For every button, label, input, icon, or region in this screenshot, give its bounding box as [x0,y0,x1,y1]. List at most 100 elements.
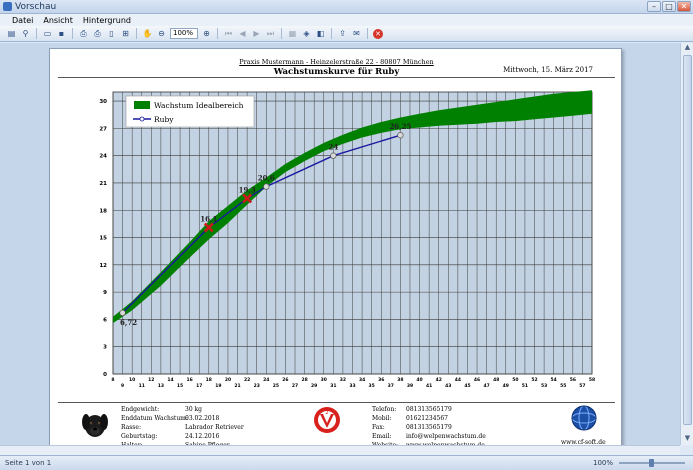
x-tick-label: 56 [570,377,576,383]
x-tick-label: 21 [234,383,240,389]
x-tick-label: 18 [206,377,212,383]
status-zoom: 100% [592,459,613,467]
report-page: Praxis Mustermann - Heinzelerstraße 22 -… [49,48,622,446]
data-point [263,183,270,190]
x-tick-label: 16 [187,377,193,383]
save-icon[interactable]: ▪ [56,28,67,39]
data-label: 26,25 [389,122,411,131]
legend-band-swatch [134,101,150,109]
x-tick-label: 49 [503,383,509,389]
x-tick-label: 10 [129,377,135,383]
maximize-button[interactable]: □ [662,1,676,12]
close-button[interactable]: ✕ [677,1,691,12]
y-tick-label: 27 [99,126,107,132]
footer-value: info@welpenwachstum.de [406,433,486,440]
send-icon[interactable]: ✉ [351,28,362,39]
x-tick-label: 47 [483,383,489,389]
zoom-slider-knob[interactable] [649,459,654,467]
minimize-button[interactable]: – [647,1,661,12]
x-tick-label: 37 [388,383,394,389]
scroll-up-icon[interactable]: ▲ [681,43,693,54]
x-tick-label: 33 [349,383,355,389]
zoom-select[interactable]: 100% [170,28,198,39]
color-icon[interactable]: ◈ [301,28,312,39]
watermark-icon[interactable]: ◧ [315,28,326,39]
data-point [119,309,126,317]
x-tick-label: 19 [215,383,221,389]
title-bar: Vorschau – □ ✕ [0,0,693,14]
footer-value: 03.02.2018 [185,415,220,422]
next-page-icon[interactable]: ▶ [251,28,262,39]
close-preview-icon[interactable]: ✕ [373,28,383,39]
x-tick-label: 29 [311,383,317,389]
page-setup-icon[interactable]: ▯ [106,28,117,39]
toolbar: ▤ ⚲ ▭ ▪ ⎙ ⎙ ▯ ⊞ ✋ ⊖ 100% ⊕ ⏮ ◀ ▶ ⏭ ▦ ◈ ◧… [0,26,693,42]
footer-label: Mobil: [372,415,392,422]
footer-value: 24.12.2016 [185,433,220,440]
hand-tool-icon[interactable]: ✋ [142,28,153,39]
multipage-icon[interactable]: ▦ [287,28,298,39]
x-tick-label: 51 [522,383,528,389]
scale-icon[interactable]: ⊞ [120,28,131,39]
footer-value: 081313565179 [406,424,452,431]
menu-ansicht[interactable]: Ansicht [43,16,73,25]
puppy-photo [80,406,110,440]
open-icon[interactable]: ▭ [42,28,53,39]
footer-label: Geburtstag: [121,433,158,440]
x-tick-label: 35 [369,383,375,389]
last-page-icon[interactable]: ⏭ [265,28,276,39]
y-tick-label: 18 [99,208,107,214]
x-tick-label: 34 [359,377,365,383]
x-tick-label: 32 [340,377,346,383]
y-tick-label: 0 [103,372,107,378]
x-tick-label: 43 [445,383,451,389]
footer-label: Fax: [372,424,385,431]
first-page-icon[interactable]: ⏮ [223,28,234,39]
footer-label: Rasse: [121,424,141,431]
x-tick-label: 39 [407,383,413,389]
scroll-thumb[interactable] [683,55,692,425]
x-tick-label: 30 [321,377,327,383]
y-tick-label: 24 [99,154,107,160]
zoom-out-icon[interactable]: ⊖ [156,28,167,39]
vertical-scrollbar[interactable]: ▲ ▼ [680,43,693,445]
footer-rule [58,402,615,403]
footer-value: Labrador Retriever [185,424,244,431]
data-point [397,132,404,139]
y-tick-label: 15 [99,236,107,242]
legend-line-marker [139,116,145,122]
x-tick-label: 48 [493,377,499,383]
x-tick-label: 27 [292,383,298,389]
separator [217,28,218,39]
separator [36,28,37,39]
legend-band-label: Wachstum Idealbereich [154,101,244,110]
growth-chart: 0369121518212427308 10 12 14 16 18 20 22 24 26 28 3… [99,90,595,389]
toc-icon[interactable]: ▤ [6,28,17,39]
x-tick-label: 53 [541,383,547,389]
x-tick-label: 14 [167,377,173,383]
print-icon[interactable]: ⎙ [78,28,89,39]
data-label: 24 [328,143,338,152]
quick-print-icon[interactable]: ⎙ [92,28,103,39]
separator [72,28,73,39]
legend-line-label: Ruby [154,115,174,124]
x-tick-label: 44 [455,377,461,383]
menu-hintergrund[interactable]: Hintergrund [83,16,131,25]
x-tick-label: 55 [560,383,566,389]
zoom-slider[interactable] [619,459,685,467]
footer-value: 01621234567 [406,415,448,422]
horizontal-scrollbar[interactable] [0,445,680,455]
data-label: 20,6 [258,174,275,183]
x-tick-label: 11 [139,383,145,389]
y-tick-label: 21 [99,181,107,187]
zoom-in-icon[interactable]: ⊕ [201,28,212,39]
x-tick-label: 13 [158,383,164,389]
scroll-down-icon[interactable]: ▼ [681,434,693,445]
export-icon[interactable]: ⇪ [337,28,348,39]
find-icon[interactable]: ⚲ [20,28,31,39]
data-label: 16,1 [200,215,217,224]
prev-page-icon[interactable]: ◀ [237,28,248,39]
menu-datei[interactable]: Datei [12,16,33,25]
report-footer: 2 www.cf-soft.de Endgewicht: 30 kg Enddatu… [50,404,621,445]
footer-value: 30 kg [185,406,203,413]
